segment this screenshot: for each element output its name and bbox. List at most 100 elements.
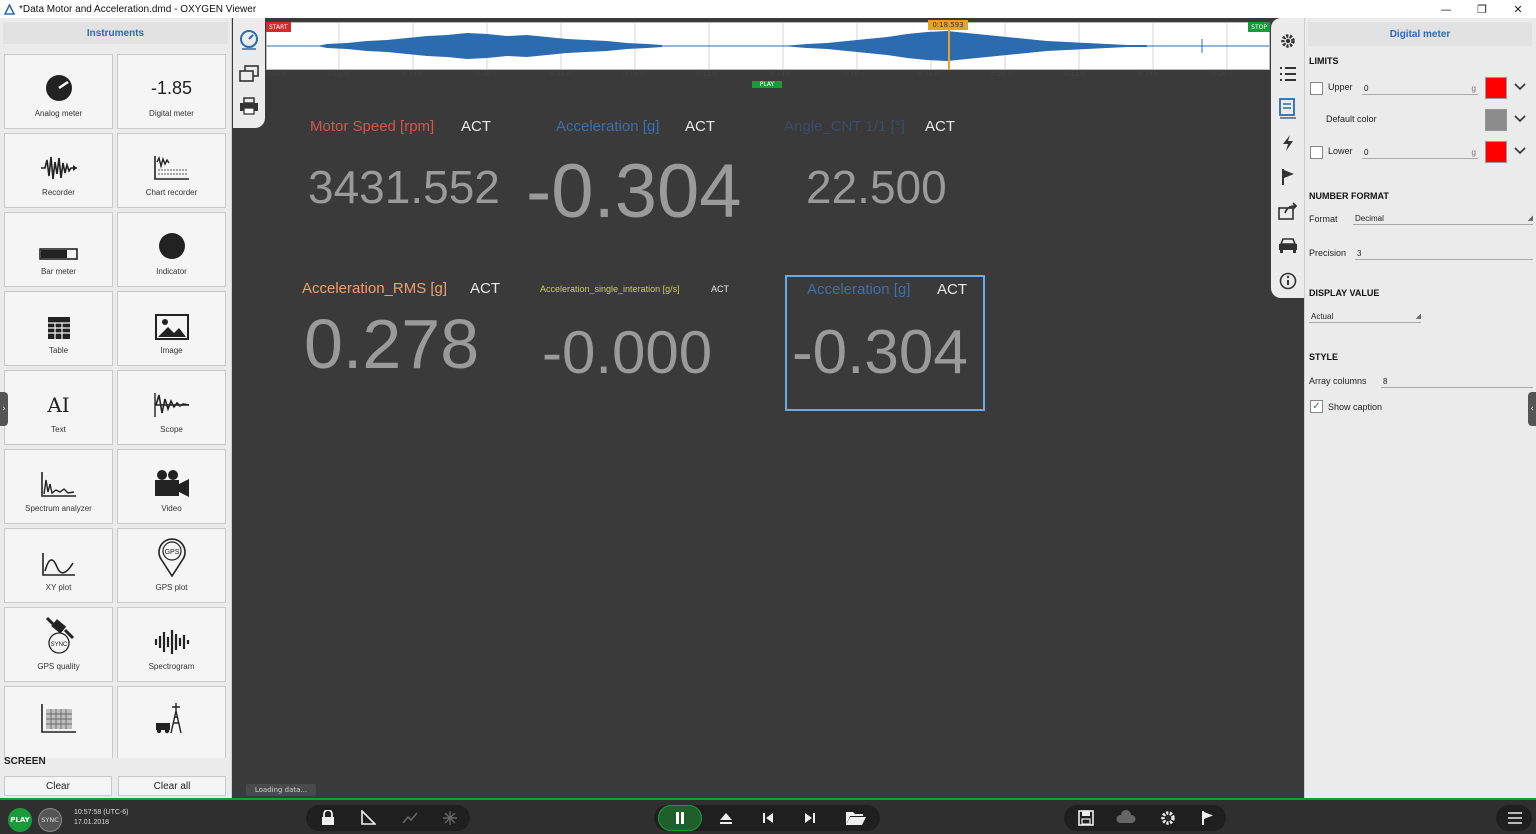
waveform-graphic: [267, 23, 1269, 69]
instrument-spectrum-analyzer[interactable]: Spectrum analyzer: [4, 449, 113, 524]
digital-meter-motor-speed[interactable]: Motor Speed [rpm] ACT 3431.552: [306, 118, 506, 228]
screen-section-header: SCREEN: [4, 756, 46, 767]
start-marker[interactable]: START: [266, 22, 291, 32]
lock-button[interactable]: [316, 806, 340, 830]
spectrogram-icon: [152, 610, 192, 656]
axis-tick-label: 0:16.0: [844, 70, 865, 78]
clear-all-button[interactable]: Clear all: [118, 776, 226, 796]
instrument-recorder[interactable]: Recorder: [4, 133, 113, 208]
upper-limit-checkbox[interactable]: [1310, 82, 1323, 95]
stop-marker[interactable]: STOP: [1248, 22, 1270, 32]
measure-tool-button[interactable]: [356, 806, 380, 830]
info-button[interactable]: [1275, 268, 1300, 294]
upper-limit-input[interactable]: 0g: [1362, 82, 1478, 95]
instrument-spectrogram[interactable]: Spectrogram: [117, 607, 226, 682]
precision-input[interactable]: 3: [1355, 247, 1533, 260]
instrument-image[interactable]: Image: [117, 291, 226, 366]
print-button[interactable]: [237, 94, 261, 118]
close-button[interactable]: ✕: [1500, 0, 1536, 18]
lock-icon: [322, 810, 334, 825]
svg-text:SYNC: SYNC: [50, 642, 67, 648]
lower-color-swatch[interactable]: [1485, 141, 1507, 163]
meter-mode: ACT: [470, 280, 500, 297]
instrument-label: Image: [160, 346, 183, 355]
lower-limit-input[interactable]: 0g: [1362, 146, 1478, 159]
export-data-button[interactable]: [1114, 806, 1138, 830]
default-color-swatch[interactable]: [1485, 109, 1507, 131]
digital-meter-acceleration-rms[interactable]: Acceleration_RMS [g] ACT 0.278: [302, 280, 512, 395]
share-icon: [1277, 202, 1297, 220]
chevron-down-icon[interactable]: [1513, 112, 1527, 126]
meter-value: -0.000: [542, 319, 713, 386]
pause-button[interactable]: [658, 805, 702, 831]
cursor-time-label[interactable]: 0:18.593: [928, 20, 968, 30]
instrument-gps-plot[interactable]: GPS GPS plot: [117, 528, 226, 603]
waveform-overview[interactable]: [266, 22, 1270, 70]
skip-previous-button[interactable]: [756, 806, 780, 830]
play-indicator[interactable]: PLAY: [8, 808, 32, 832]
chevron-down-icon[interactable]: [1513, 80, 1527, 94]
instrument-label: Chart recorder: [145, 188, 198, 197]
digital-meter-acceleration-selected[interactable]: Acceleration [g] ACT -0.304: [785, 275, 985, 411]
instrument-matrix[interactable]: [4, 686, 113, 758]
instrument-gps-quality[interactable]: SYNC GPS quality: [4, 607, 113, 682]
playback-position-label: PLAY: [752, 81, 782, 88]
instrument-table[interactable]: Table: [4, 291, 113, 366]
instrument-indicator[interactable]: Indicator: [117, 212, 226, 287]
digital-meter-acceleration[interactable]: Acceleration [g] ACT -0.304: [526, 118, 756, 234]
screens-button[interactable]: [237, 62, 261, 86]
display-value-select[interactable]: Actual ◢: [1309, 310, 1421, 323]
instrument-text[interactable]: AI Text: [4, 370, 113, 445]
timeline-axis: 0:00.0 0:02.0 0:04.0 0:06.0 0:08.0 0:10.…: [266, 70, 1270, 80]
settings-button[interactable]: [1275, 28, 1300, 54]
system-settings-button[interactable]: [1156, 806, 1180, 830]
instrument-digital-meter[interactable]: -1.85 Digital meter: [117, 54, 226, 129]
instrument-video[interactable]: Video: [117, 449, 226, 524]
skip-previous-icon: [763, 813, 773, 823]
digital-meter-acceleration-integration[interactable]: Acceleration_single_interation [g/s] ACT…: [536, 282, 746, 394]
markers-button[interactable]: [1275, 164, 1300, 190]
add-marker-button[interactable]: [1196, 806, 1220, 830]
minimize-button[interactable]: —: [1428, 0, 1464, 18]
instrument-chart-recorder[interactable]: Chart recorder: [117, 133, 226, 208]
restore-button[interactable]: ❐: [1464, 0, 1500, 18]
channel-list-button[interactable]: [1275, 61, 1300, 87]
snap-tool-button[interactable]: [438, 806, 462, 830]
collapse-right-panel-toggle[interactable]: ‹: [1528, 392, 1536, 426]
sync-indicator[interactable]: SYNC: [38, 808, 62, 832]
cursor-tool-button[interactable]: [398, 806, 422, 830]
lower-limit-checkbox[interactable]: [1310, 146, 1323, 159]
eject-icon: [720, 813, 732, 824]
array-columns-input[interactable]: 8: [1381, 375, 1533, 388]
clear-button[interactable]: Clear: [4, 776, 112, 796]
hamburger-menu-icon: [1508, 812, 1522, 824]
instrument-xy-plot[interactable]: XY plot: [4, 528, 113, 603]
save-button[interactable]: [1074, 806, 1098, 830]
clock-time: 10:57:58 (UTC-6): [74, 809, 129, 816]
eject-button[interactable]: [714, 806, 738, 830]
cloud-export-icon: [1116, 810, 1136, 823]
properties-button[interactable]: [1275, 96, 1300, 122]
instrument-vehicle[interactable]: [117, 686, 226, 758]
export-button[interactable]: [1275, 198, 1300, 224]
open-file-button[interactable]: [842, 806, 870, 830]
chevron-down-icon[interactable]: [1513, 144, 1527, 158]
measure-mode-button[interactable]: [237, 28, 261, 52]
skip-next-button[interactable]: [798, 806, 822, 830]
menu-button[interactable]: [1503, 806, 1527, 830]
meter-value: 22.500: [806, 161, 947, 213]
show-caption-checkbox[interactable]: ✓: [1310, 400, 1323, 413]
timeline-cursor[interactable]: [948, 30, 950, 70]
timeline[interactable]: START STOP 0:18.593 0:00.0 0:02.0 0:04.0…: [266, 18, 1270, 88]
format-select[interactable]: Decimal ◢: [1353, 212, 1533, 225]
collapse-left-panel-toggle[interactable]: ›: [0, 392, 8, 426]
events-button[interactable]: [1275, 130, 1300, 156]
instrument-scope[interactable]: Scope: [117, 370, 226, 445]
measurement-screen[interactable]: Motor Speed [rpm] ACT 3431.552 Accelerat…: [266, 88, 1272, 798]
instrument-bar-meter[interactable]: Bar meter: [4, 212, 113, 287]
meter-caption: Acceleration [g]: [807, 281, 911, 298]
upper-color-swatch[interactable]: [1485, 77, 1507, 99]
instrument-analog-meter[interactable]: Analog meter: [4, 54, 113, 129]
digital-meter-angle[interactable]: Angle_CNT 1/1 [°] ACT 22.500: [776, 118, 976, 228]
vehicle-button[interactable]: [1275, 232, 1300, 258]
